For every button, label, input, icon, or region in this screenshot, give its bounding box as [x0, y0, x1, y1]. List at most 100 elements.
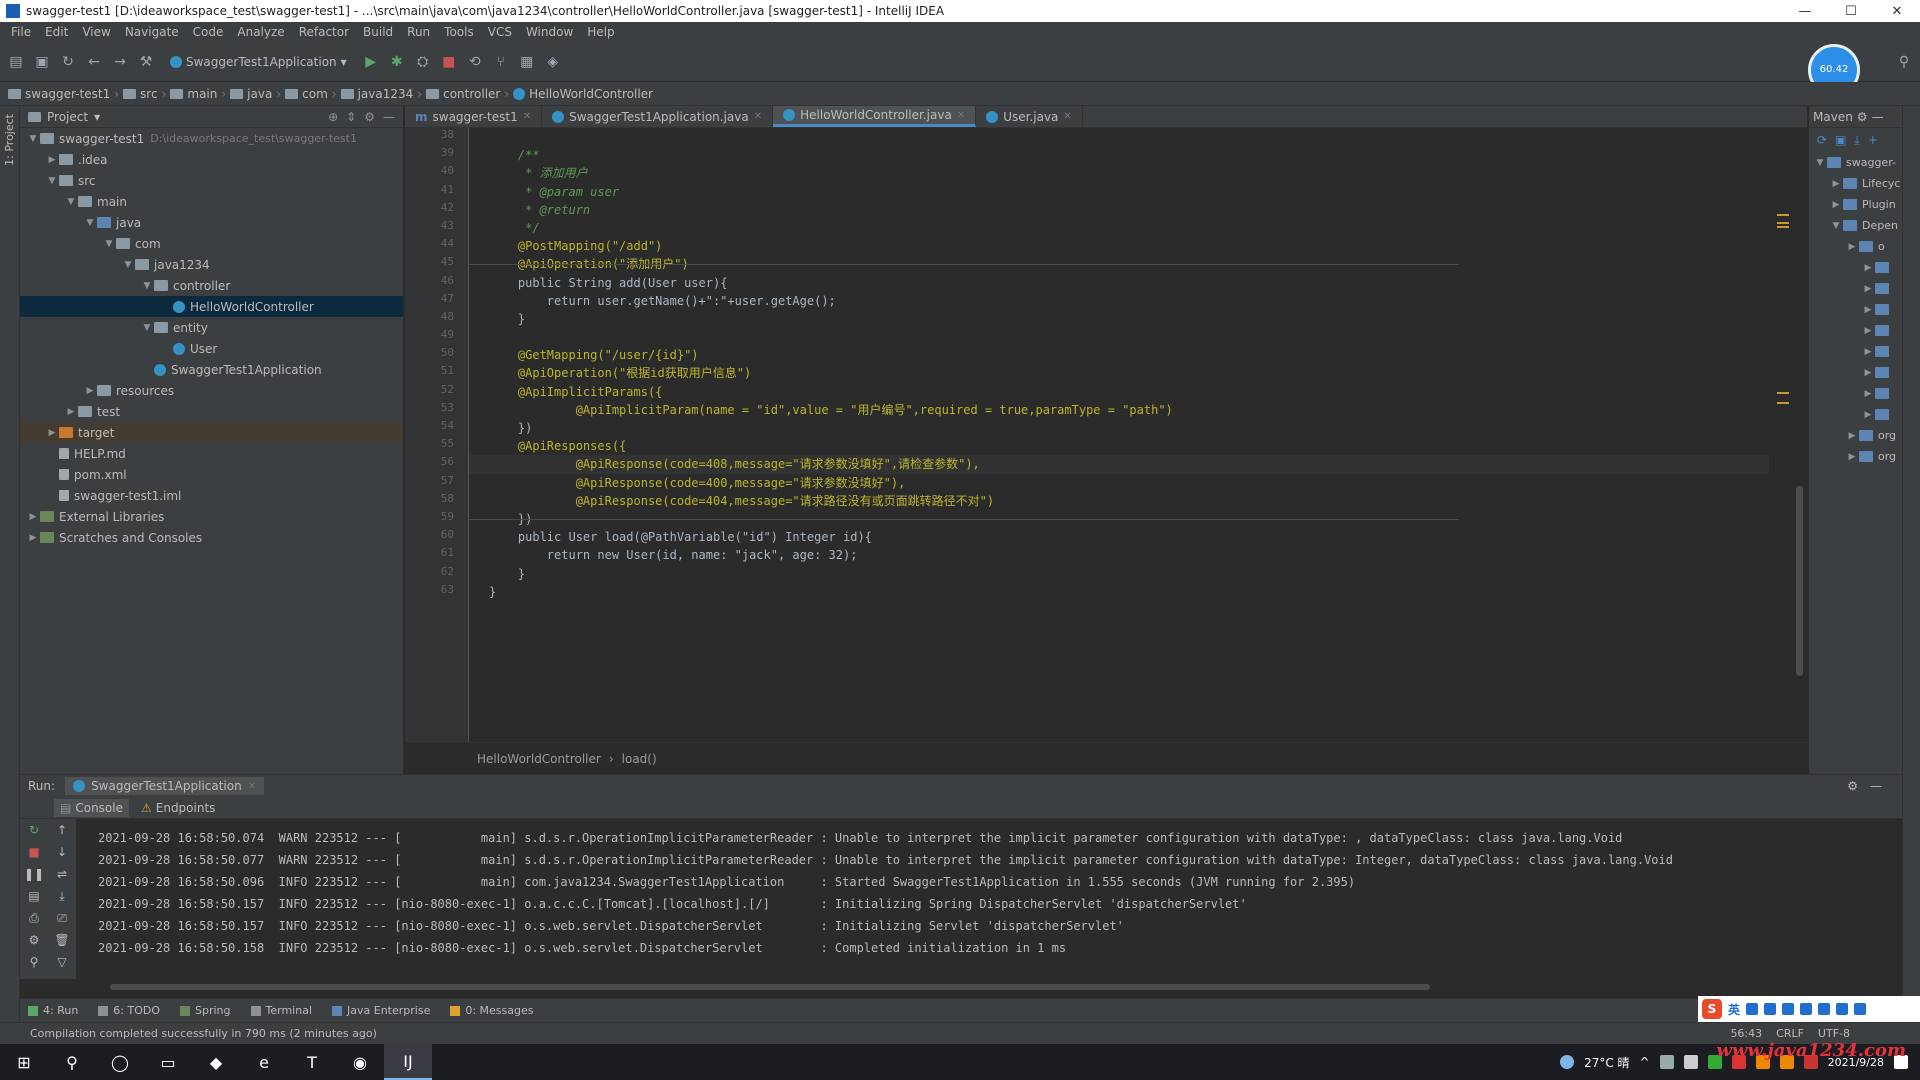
tray-icon[interactable] [1659, 1055, 1674, 1069]
expanded-arrow-icon[interactable]: ▼ [140, 281, 154, 291]
tree-item-helloworldcontroller[interactable]: HelloWorldController [20, 296, 403, 317]
expanded-arrow-icon[interactable]: ▼ [102, 239, 116, 249]
collapsed-arrow-icon[interactable]: ▶ [1861, 389, 1875, 399]
build-icon[interactable]: ⚒ [138, 54, 154, 70]
tree-item--idea[interactable]: ▶ .idea [20, 149, 403, 170]
debug-icon[interactable]: ✱ [389, 54, 405, 70]
project-tool-button[interactable]: 1: Project [3, 114, 16, 166]
maven-tree-item[interactable]: ▶ [1809, 278, 1902, 299]
tree-item-java[interactable]: ▼ java [20, 212, 403, 233]
start-icon[interactable]: ⊞ [0, 1044, 48, 1080]
down-icon[interactable]: ↓ [57, 845, 67, 859]
tab-user-java[interactable]: User.java ✕ [976, 106, 1083, 127]
filter-icon[interactable]: ▽ [57, 955, 66, 969]
tool-button-0-messages[interactable]: 0: Messages [450, 1004, 534, 1017]
tree-item-swagger-test1-iml[interactable]: swagger-test1.iml [20, 485, 403, 506]
status-item[interactable]: 56:43 [1730, 1027, 1762, 1040]
close-icon[interactable]: ✕ [248, 781, 256, 792]
maven-tree-item[interactable]: ▶ o [1809, 236, 1902, 257]
collapse-all-icon[interactable]: ⇕ [346, 110, 356, 124]
code-line[interactable]: @ApiResponses({ [469, 437, 1769, 455]
maven-tree-item[interactable]: ▶ org [1809, 446, 1902, 467]
close-icon[interactable]: ✕ [957, 110, 965, 121]
code-line[interactable]: @ApiResponse(code=408,message="请求参数没填好",… [469, 455, 1769, 474]
save-icon[interactable]: ▣ [34, 54, 50, 70]
reload-icon[interactable]: ⟳ [1817, 133, 1827, 147]
back-icon[interactable]: ← [86, 54, 102, 70]
search-icon[interactable]: ⚲ [48, 1044, 96, 1080]
console-horizontal-scrollbar[interactable] [110, 984, 1430, 990]
collapsed-arrow-icon[interactable]: ▶ [1861, 347, 1875, 357]
menu-item-vcs[interactable]: VCS [481, 25, 519, 39]
code-line[interactable]: }) [469, 419, 1769, 437]
maven-tree-item[interactable]: ▶ [1809, 257, 1902, 278]
task-view-icon[interactable]: ▭ [144, 1044, 192, 1080]
collapsed-arrow-icon[interactable]: ▶ [1829, 179, 1843, 189]
run-subtab-endpoints[interactable]: ⚠ Endpoints [135, 799, 221, 817]
settings-icon[interactable]: ⚙ [29, 933, 40, 947]
code-line[interactable]: @ApiImplicitParam(name = "id",value = "用… [469, 401, 1769, 419]
collapsed-arrow-icon[interactable]: ▶ [26, 512, 40, 522]
collapsed-arrow-icon[interactable]: ▶ [1845, 431, 1859, 441]
cortana-icon[interactable]: ◯ [96, 1044, 144, 1080]
collapsed-arrow-icon[interactable]: ▶ [1845, 452, 1859, 462]
warning-marker[interactable] [1777, 402, 1789, 404]
restore-layout-icon[interactable]: ▤ [28, 889, 39, 903]
tree-item-target[interactable]: ▶ target [20, 422, 403, 443]
code-line[interactable]: public User load(@PathVariable("id") Int… [469, 528, 1769, 546]
code-line[interactable]: @ApiOperation("根据id获取用户信息") [469, 364, 1769, 382]
collapsed-arrow-icon[interactable]: ▶ [26, 533, 40, 543]
sdk-icon[interactable]: ◈ [545, 54, 561, 70]
tree-item-entity[interactable]: ▼ entity [20, 317, 403, 338]
code-line[interactable]: public String add(User user){ [469, 274, 1769, 292]
locate-icon[interactable]: ⊕ [328, 110, 338, 124]
tray-icon[interactable] [1683, 1055, 1698, 1069]
expanded-arrow-icon[interactable]: ▼ [26, 134, 40, 144]
tool-button-terminal[interactable]: Terminal [250, 1004, 312, 1017]
breadcrumb-item[interactable]: java [230, 87, 272, 101]
menu-item-help[interactable]: Help [580, 25, 621, 39]
maven-tree-item[interactable]: ▼ swagger- [1809, 152, 1902, 173]
code-line[interactable]: return new User(id, name: "jack", age: 3… [469, 546, 1769, 564]
expanded-arrow-icon[interactable]: ▼ [45, 176, 59, 186]
tree-item-scratches-and-consoles[interactable]: ▶ Scratches and Consoles [20, 527, 403, 548]
pause-icon[interactable]: ❚❚ [24, 867, 44, 881]
breadcrumb-item[interactable]: HelloWorldController [513, 87, 653, 101]
chevron-down-icon[interactable]: ▾ [94, 110, 100, 124]
collapsed-arrow-icon[interactable]: ▶ [1861, 284, 1875, 294]
collapsed-arrow-icon[interactable]: ▶ [1845, 242, 1859, 252]
status-item[interactable]: CRLF [1776, 1027, 1804, 1040]
tab-swagger-test1[interactable]: m swagger-test1 ✕ [405, 106, 543, 127]
stop-icon[interactable]: ■ [28, 845, 39, 859]
tree-item-external-libraries[interactable]: ▶ External Libraries [20, 506, 403, 527]
chrome-icon[interactable]: ◉ [336, 1044, 384, 1080]
ime-keyboard-icon[interactable] [1800, 1003, 1813, 1015]
code-line[interactable]: /** [469, 146, 1769, 164]
run-subtab-console[interactable]: ▤ Console [54, 798, 129, 817]
hide-icon[interactable]: — [1872, 110, 1884, 124]
tree-item-user[interactable]: User [20, 338, 403, 359]
tree-item-resources[interactable]: ▶ resources [20, 380, 403, 401]
code-line[interactable]: * @param user [469, 183, 1769, 201]
vcs-icon[interactable]: ⑂ [493, 54, 509, 70]
ime-emoji-icon[interactable] [1764, 1003, 1777, 1015]
code-line[interactable]: } [469, 310, 1769, 328]
close-icon[interactable]: ✕ [523, 111, 531, 122]
maven-tree-item[interactable]: ▶ [1809, 362, 1902, 383]
collapsed-arrow-icon[interactable]: ▶ [1861, 263, 1875, 273]
ime-lang-icon[interactable]: 英 [1728, 1001, 1740, 1018]
collapsed-arrow-icon[interactable]: ▶ [1861, 326, 1875, 336]
gear-icon[interactable]: ⚙ [364, 110, 375, 124]
rebuild-icon[interactable]: ⟲ [467, 54, 483, 70]
menu-item-tools[interactable]: Tools [437, 25, 481, 39]
maven-tree-item[interactable]: ▶ [1809, 320, 1902, 341]
chevron-up-icon[interactable]: ^ [1640, 1055, 1650, 1069]
search-everywhere-icon[interactable]: ⚲ [1896, 54, 1912, 70]
sogou-ime-icon[interactable]: S [1702, 999, 1722, 1019]
tree-item-help-md[interactable]: HELP.md [20, 443, 403, 464]
menu-item-run[interactable]: Run [400, 25, 437, 39]
code-line[interactable] [469, 128, 1769, 146]
maven-tree-item[interactable]: ▶ Plugin [1809, 194, 1902, 215]
hide-icon[interactable]: — [383, 110, 395, 124]
rerun-icon[interactable]: ↻ [29, 823, 39, 837]
